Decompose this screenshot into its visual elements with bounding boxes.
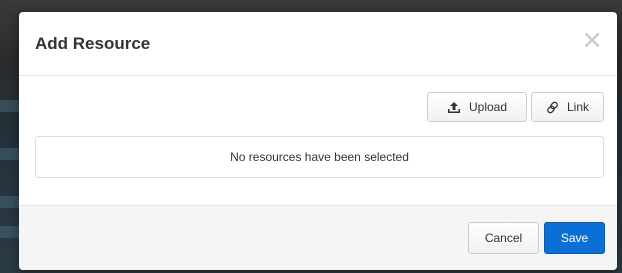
dialog-body: Upload Link No resources have been selec…: [19, 76, 617, 205]
cancel-button[interactable]: Cancel: [468, 222, 539, 254]
backdrop-strip: [0, 196, 20, 208]
upload-button-label: Upload: [468, 100, 508, 114]
close-icon: ×: [581, 25, 603, 55]
close-button[interactable]: ×: [581, 27, 603, 53]
link-icon: [546, 101, 559, 114]
add-resource-dialog: Add Resource × Upload Link No resources …: [19, 12, 617, 270]
backdrop-strip: [0, 148, 20, 160]
link-button[interactable]: Link: [531, 92, 604, 122]
dialog-footer: Cancel Save: [19, 205, 617, 270]
dialog-header: Add Resource ×: [19, 12, 617, 76]
selected-resources-list: No resources have been selected: [35, 136, 604, 178]
empty-resources-message: No resources have been selected: [230, 150, 409, 164]
link-button-label: Link: [566, 100, 589, 114]
dialog-title: Add Resource: [35, 34, 151, 53]
upload-icon: [447, 101, 461, 114]
upload-button[interactable]: Upload: [427, 92, 527, 122]
backdrop-strip: [0, 100, 20, 112]
backdrop-strip: [0, 226, 20, 238]
save-button[interactable]: Save: [544, 222, 605, 254]
